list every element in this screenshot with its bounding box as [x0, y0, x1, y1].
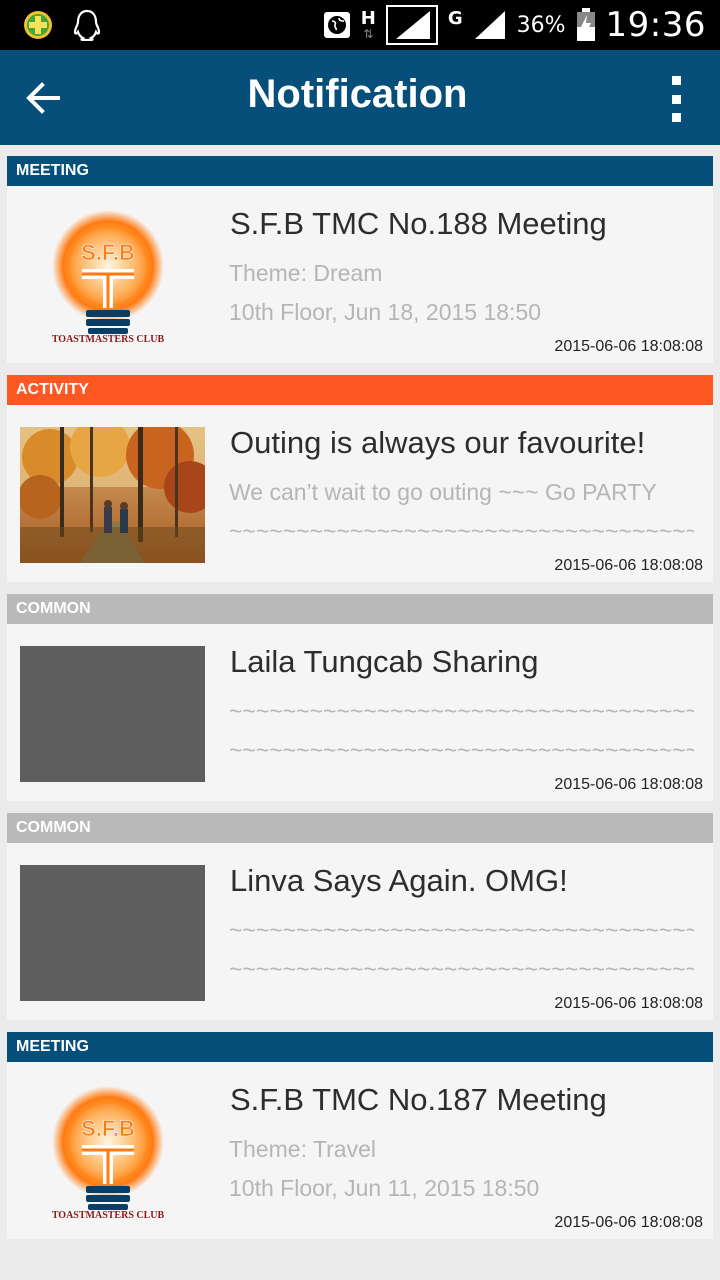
- item-timestamp: 2015-06-06 18:08:08: [554, 1214, 703, 1231]
- item-timestamp: 2015-06-06 18:08:08: [554, 776, 703, 793]
- card-body: S.F.B TOASTMASTERS CLUB S.F.B TMC No.187…: [7, 1062, 713, 1239]
- list-item[interactable]: COMMON Laila Tungcab Sharing ~~~~~~~~~~~…: [7, 594, 713, 801]
- card-body: Laila Tungcab Sharing ~~~~~~~~~~~~~~~~~~…: [7, 624, 713, 801]
- logo-text: S.F.B: [81, 240, 135, 265]
- list-item[interactable]: MEETING S.F.B TOASTMASTERS CLUB S.F.B TM…: [7, 1032, 713, 1239]
- overflow-menu-button[interactable]: [666, 76, 686, 122]
- item-title: S.F.B TMC No.188 Meeting: [230, 206, 607, 241]
- item-title: S.F.B TMC No.187 Meeting: [230, 1082, 607, 1117]
- overflow-menu-dot: [671, 113, 681, 122]
- signal-icon: [385, 5, 438, 45]
- clock: 19:36: [605, 5, 706, 45]
- list-item[interactable]: COMMON Linva Says Again. OMG! ~~~~~~~~~~…: [7, 813, 713, 1020]
- sfb-toastmasters-logo: S.F.B TOASTMASTERS CLUB: [20, 208, 205, 344]
- app-plus-icon: [24, 11, 52, 39]
- qq-penguin-icon: [73, 9, 101, 41]
- status-bar: H ⇅ G 36% 19:36: [0, 0, 720, 50]
- item-detail: ~~~~~~~~~~~~~~~~~~~~~~~~~~~~~~~~~~~~~~: [229, 956, 694, 982]
- item-detail: ~~~~~~~~~~~~~~~~~~~~~~~~~~~~~~~~~~~~~~: [229, 737, 694, 763]
- item-detail: 10th Floor, Jun 18, 2015 18:50: [229, 299, 542, 325]
- item-subtitle: ~~~~~~~~~~~~~~~~~~~~~~~~~~~~~~~~~~~~~~: [229, 917, 694, 943]
- item-title: Linva Says Again. OMG!: [230, 863, 568, 898]
- item-title: Laila Tungcab Sharing: [230, 644, 539, 679]
- network-type-g: G: [447, 7, 463, 29]
- category-label: COMMON: [7, 594, 713, 624]
- card-body: Outing is always our favourite! We can’t…: [7, 405, 713, 582]
- notification-list: MEETING S.F.B TOASTMASTERS CLUB S.F.B TM…: [7, 156, 713, 1251]
- data-arrows-icon: ⇅: [363, 27, 374, 41]
- item-title: Outing is always our favourite!: [230, 425, 646, 460]
- placeholder-image: [20, 646, 205, 782]
- card-body: Linva Says Again. OMG! ~~~~~~~~~~~~~~~~~…: [7, 843, 713, 1020]
- logo-caption: TOASTMASTERS CLUB: [52, 1210, 165, 1220]
- card-body: S.F.B TOASTMASTERS CLUB S.F.B TMC No.188…: [7, 186, 713, 363]
- page-title: Notification: [247, 72, 468, 116]
- item-detail: ~~~~~~~~~~~~~~~~~~~~~~~~~~~~~~~~~~~~~~: [229, 518, 694, 544]
- item-detail: 10th Floor, Jun 11, 2015 18:50: [229, 1175, 540, 1201]
- list-item[interactable]: MEETING S.F.B TOASTMASTERS CLUB S.F.B TM…: [7, 156, 713, 363]
- placeholder-image: [20, 865, 205, 1001]
- category-label: MEETING: [7, 156, 713, 186]
- globe-icon: [323, 12, 350, 38]
- sfb-toastmasters-logo: S.F.B TOASTMASTERS CLUB: [20, 1084, 205, 1220]
- item-timestamp: 2015-06-06 18:08:08: [554, 995, 703, 1012]
- signal-icon: [474, 11, 505, 39]
- category-label: ACTIVITY: [7, 375, 713, 405]
- logo-caption: TOASTMASTERS CLUB: [52, 334, 165, 344]
- overflow-menu-dot: [671, 94, 681, 104]
- network-type-h: H: [360, 8, 376, 29]
- category-label: COMMON: [7, 813, 713, 843]
- autumn-forest-hiking-photo: [20, 427, 205, 563]
- app-bar: Notification: [0, 50, 720, 145]
- item-timestamp: 2015-06-06 18:08:08: [554, 557, 703, 574]
- battery-percent: 36%: [516, 12, 566, 38]
- item-subtitle: ~~~~~~~~~~~~~~~~~~~~~~~~~~~~~~~~~~~~~~: [229, 698, 694, 724]
- overflow-menu-icon: [671, 76, 681, 85]
- item-subtitle: Theme: Dream: [229, 260, 383, 286]
- category-label: MEETING: [7, 1032, 713, 1062]
- item-timestamp: 2015-06-06 18:08:08: [554, 338, 703, 355]
- logo-text: S.F.B: [81, 1116, 135, 1141]
- battery-charging-icon: [576, 8, 595, 41]
- item-subtitle: We can’t wait to go outing ~~~ Go PARTY: [229, 479, 657, 505]
- item-subtitle: Theme: Travel: [229, 1136, 376, 1162]
- list-item[interactable]: ACTIVITY Outing is always our favourite!…: [7, 375, 713, 582]
